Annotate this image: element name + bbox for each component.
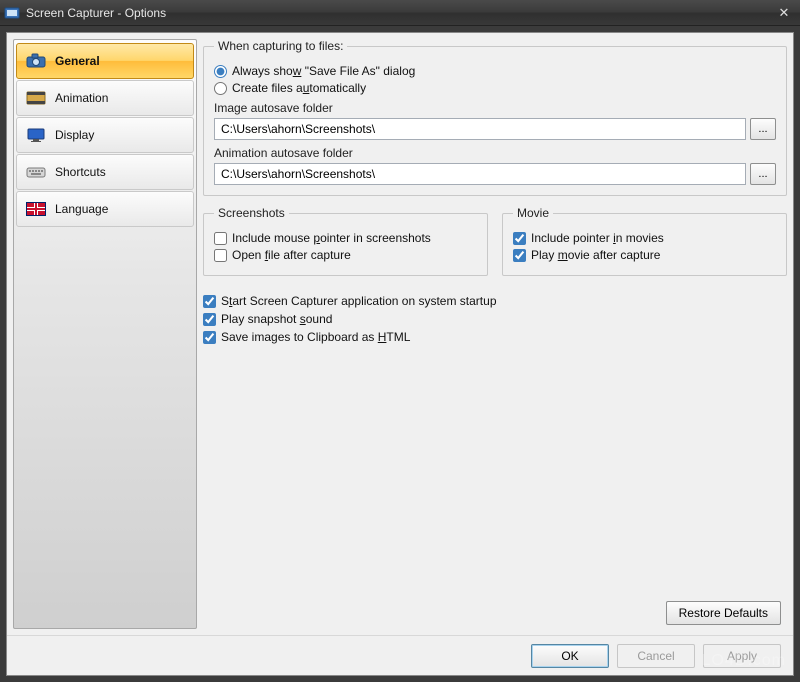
screenshots-group: Screenshots Include mouse pointer in scr… <box>203 206 488 276</box>
monitor-icon <box>25 125 47 145</box>
radio-auto-label: Create files automatically <box>232 81 366 95</box>
keyboard-icon <box>25 162 47 182</box>
titlebar: Screen Capturer - Options ✕ <box>0 0 800 26</box>
cancel-button[interactable]: Cancel <box>617 644 695 668</box>
sidebar-item-display[interactable]: Display <box>16 117 194 153</box>
sidebar-item-label: Shortcuts <box>55 165 106 179</box>
capture-group: When capturing to files: Always show "Sa… <box>203 39 787 196</box>
check-open-file-after-input[interactable] <box>214 249 227 262</box>
check-include-pointer-screenshots-input[interactable] <box>214 232 227 245</box>
check-start-on-startup-input[interactable] <box>203 295 216 308</box>
ok-button[interactable]: OK <box>531 644 609 668</box>
misc-checks: Start Screen Capturer application on sys… <box>203 294 787 344</box>
check-play-movie-after[interactable]: Play movie after capture <box>513 248 776 262</box>
check-include-pointer-screenshots[interactable]: Include mouse pointer in screenshots <box>214 231 477 245</box>
radio-create-auto-input[interactable] <box>214 82 227 95</box>
sidebar-item-shortcuts[interactable]: Shortcuts <box>16 154 194 190</box>
sidebar-item-general[interactable]: General <box>16 43 194 79</box>
check-start-on-startup[interactable]: Start Screen Capturer application on sys… <box>203 294 787 308</box>
sidebar-item-label: Display <box>55 128 94 142</box>
image-folder-browse-button[interactable]: ... <box>750 118 776 140</box>
flag-icon <box>25 199 47 219</box>
film-icon <box>25 88 47 108</box>
anim-folder-label: Animation autosave folder <box>214 146 776 160</box>
screenshots-legend: Screenshots <box>214 206 289 220</box>
sidebar-item-label: General <box>55 54 100 68</box>
check-clipboard-html[interactable]: Save images to Clipboard as HTML <box>203 330 787 344</box>
check-clipboard-html-input[interactable] <box>203 331 216 344</box>
check-include-pointer-movie[interactable]: Include pointer in movies <box>513 231 776 245</box>
capture-legend: When capturing to files: <box>214 39 347 53</box>
check-open-file-after[interactable]: Open file after capture <box>214 248 477 262</box>
check-snapshot-sound-input[interactable] <box>203 313 216 326</box>
radio-always-label: Always show "Save File As" dialog <box>232 64 415 78</box>
window-title: Screen Capturer - Options <box>26 6 772 20</box>
radio-always-save-as-input[interactable] <box>214 65 227 78</box>
dialog-body: General Animation Display <box>7 33 793 635</box>
dialog-frame: General Animation Display <box>6 32 794 676</box>
movie-legend: Movie <box>513 206 553 220</box>
image-folder-input[interactable] <box>214 118 746 140</box>
app-icon <box>4 5 20 21</box>
radio-always-save-as[interactable]: Always show "Save File As" dialog <box>214 64 776 78</box>
dialog-button-bar: OK Cancel Apply <box>7 635 793 675</box>
anim-folder-browse-button[interactable]: ... <box>750 163 776 185</box>
sidebar-item-animation[interactable]: Animation <box>16 80 194 116</box>
anim-folder-input[interactable] <box>214 163 746 185</box>
camera-icon <box>25 51 47 71</box>
sidebar-item-language[interactable]: Language <box>16 191 194 227</box>
sidebar-item-label: Animation <box>55 91 108 105</box>
check-play-movie-after-input[interactable] <box>513 249 526 262</box>
options-window: Screen Capturer - Options ✕ General Anim… <box>0 0 800 682</box>
check-snapshot-sound[interactable]: Play snapshot sound <box>203 312 787 326</box>
restore-defaults-button[interactable]: Restore Defaults <box>666 601 781 625</box>
check-include-pointer-movie-input[interactable] <box>513 232 526 245</box>
sidebar-item-label: Language <box>55 202 108 216</box>
content-panel: When capturing to files: Always show "Sa… <box>203 39 787 629</box>
apply-button[interactable]: Apply <box>703 644 781 668</box>
close-button[interactable]: ✕ <box>772 4 796 22</box>
sidebar: General Animation Display <box>13 39 197 629</box>
movie-group: Movie Include pointer in movies Play mov… <box>502 206 787 276</box>
image-folder-label: Image autosave folder <box>214 101 776 115</box>
radio-create-auto[interactable]: Create files automatically <box>214 81 776 95</box>
